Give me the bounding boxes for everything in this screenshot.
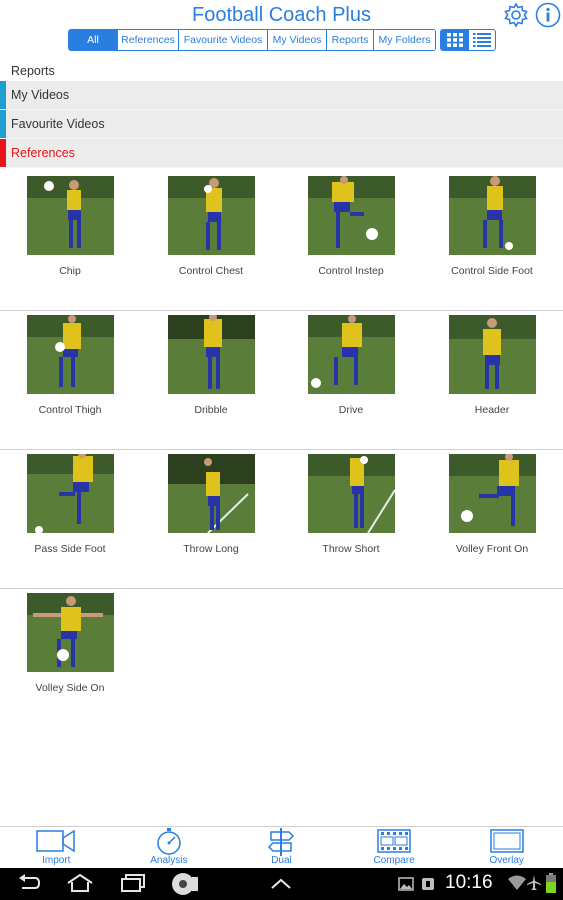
video-thumbnail [448, 454, 536, 533]
grid-row: Volley Side On [0, 589, 563, 728]
notification-icon [422, 878, 434, 890]
video-thumbnail [448, 315, 536, 394]
section-label: References [11, 146, 75, 160]
section-indicator [0, 139, 6, 167]
reference-video-grid: Chip Control Chest Control Instep Contro… [0, 172, 563, 728]
video-thumbnail [307, 315, 395, 394]
film-strip-icon [377, 829, 411, 853]
grid-row: Chip Control Chest Control Instep Contro… [0, 172, 563, 311]
section-references[interactable]: References [0, 139, 563, 168]
video-thumbnail [448, 176, 536, 255]
grid-row: Pass Side Foot Throw Long Throw Short Vo… [0, 450, 563, 589]
video-thumbnail [167, 315, 255, 394]
video-thumbnail [307, 176, 395, 255]
section-indicator [0, 81, 6, 109]
section-my-videos[interactable]: My Videos [0, 81, 563, 110]
section-label: My Videos [11, 88, 70, 102]
video-tile-dribble[interactable]: Dribble [141, 315, 281, 416]
battery-icon [546, 873, 556, 893]
gear-icon[interactable] [503, 2, 529, 28]
filter-tab-my-videos[interactable]: My Videos [267, 30, 326, 50]
video-label: Control Thigh [38, 404, 102, 416]
video-tile-control-chest[interactable]: Control Chest [141, 176, 281, 277]
signpost-icon [268, 828, 295, 856]
airplane-mode-icon [527, 875, 541, 890]
toolbar-label: Compare [373, 855, 415, 866]
filter-tab-all[interactable]: All [69, 30, 117, 50]
section-label: Favourite Videos [11, 117, 105, 131]
video-thumbnail [307, 454, 395, 533]
filter-tab-my-folders[interactable]: My Folders [373, 30, 435, 50]
info-icon[interactable] [535, 2, 561, 28]
compare-button[interactable]: Compare [338, 827, 451, 868]
toolbar-label: Overlay [489, 855, 524, 866]
grid-icon [446, 33, 463, 47]
video-thumbnail [26, 176, 114, 255]
grid-view-button[interactable] [441, 30, 468, 50]
status-clock: 10:16 [445, 872, 493, 893]
video-tile-control-instep[interactable]: Control Instep [281, 176, 421, 277]
list-icon [473, 33, 491, 47]
video-tile-control-side-foot[interactable]: Control Side Foot [422, 176, 562, 277]
app-header: Football Coach Plus All References Favou… [0, 0, 563, 62]
video-thumbnail [26, 454, 114, 533]
toolbar-label: Dual [271, 855, 292, 866]
analysis-button[interactable]: Analysis [113, 827, 226, 868]
video-thumbnail [167, 176, 255, 255]
video-label: Volley Side On [35, 682, 105, 694]
stopwatch-icon [157, 828, 181, 855]
filter-tab-reports[interactable]: Reports [326, 30, 373, 50]
gallery-notification-icon [398, 877, 414, 891]
import-button[interactable]: Import [0, 827, 113, 868]
list-view-button[interactable] [468, 30, 495, 50]
video-label: Control Instep [318, 265, 384, 277]
grid-row: Control Thigh Dribble Drive Header [0, 311, 563, 450]
overlay-icon [489, 829, 524, 853]
filter-tab-bar: All References Favourite Videos My Video… [68, 29, 436, 51]
filter-tab-references[interactable]: References [117, 30, 178, 50]
video-label: Throw Long [183, 543, 239, 555]
system-navigation-bar: 10:16 [0, 868, 563, 900]
video-thumbnail [26, 593, 114, 672]
section-list: Reports My Videos Favourite Videos Refer… [0, 62, 563, 168]
app-shortcut-icon[interactable] [170, 871, 200, 897]
filter-tab-favourite-videos[interactable]: Favourite Videos [178, 30, 267, 50]
bottom-toolbar: Import Analysis Dual Compare Overlay [0, 826, 563, 868]
dual-button[interactable]: Dual [225, 827, 338, 868]
video-label: Chip [59, 265, 81, 277]
video-label: Volley Front On [455, 543, 529, 555]
video-tile-control-thigh[interactable]: Control Thigh [0, 315, 140, 416]
overlay-button[interactable]: Overlay [450, 827, 563, 868]
video-tile-volley-side-on[interactable]: Volley Side On [0, 593, 140, 694]
section-reports[interactable]: Reports [0, 62, 563, 81]
video-label: Throw Short [322, 543, 380, 555]
home-icon[interactable] [66, 874, 94, 892]
video-camera-icon [36, 829, 76, 853]
video-tile-throw-short[interactable]: Throw Short [281, 454, 421, 555]
view-toggle [440, 29, 496, 51]
wifi-icon [508, 875, 526, 890]
video-label: Header [474, 404, 510, 416]
video-label: Control Side Foot [451, 265, 533, 277]
video-label: Drive [338, 404, 364, 416]
video-label: Dribble [194, 404, 228, 416]
chevron-up-icon[interactable] [270, 878, 292, 890]
video-label: Pass Side Foot [34, 543, 106, 555]
video-tile-drive[interactable]: Drive [281, 315, 421, 416]
video-label: Control Chest [178, 265, 244, 277]
video-tile-header[interactable]: Header [422, 315, 562, 416]
section-indicator [0, 110, 6, 138]
section-favourite-videos[interactable]: Favourite Videos [0, 110, 563, 139]
toolbar-label: Import [42, 855, 71, 866]
toolbar-label: Analysis [150, 855, 188, 866]
video-tile-volley-front-on[interactable]: Volley Front On [422, 454, 562, 555]
app-title: Football Coach Plus [192, 4, 371, 26]
video-tile-throw-long[interactable]: Throw Long [141, 454, 281, 555]
back-icon[interactable] [18, 874, 40, 892]
recent-apps-icon[interactable] [120, 874, 146, 892]
video-thumbnail [26, 315, 114, 394]
video-tile-pass-side-foot[interactable]: Pass Side Foot [0, 454, 140, 555]
video-thumbnail [167, 454, 255, 533]
video-tile-chip[interactable]: Chip [0, 176, 140, 277]
